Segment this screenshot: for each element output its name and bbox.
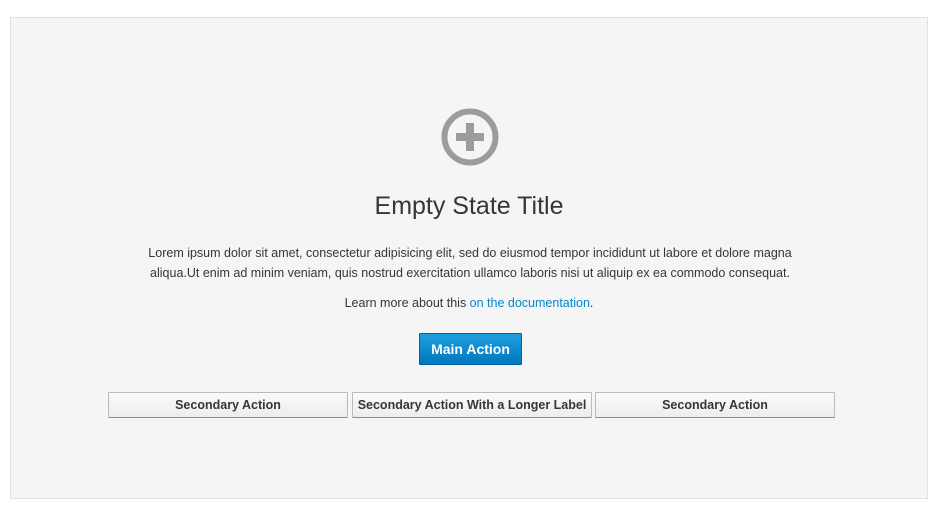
learn-more-prefix: Learn more about this [344, 296, 470, 310]
empty-state-title: Empty State Title [374, 192, 564, 220]
main-action-button[interactable]: Main Action [419, 333, 522, 365]
secondary-action-button-3[interactable]: Secondary Action [595, 392, 835, 418]
learn-more-suffix: . [589, 296, 594, 310]
empty-state-description: Lorem ipsum dolor sit amet, consectetur … [131, 244, 809, 283]
learn-more-text: Learn more about this on the documentati… [11, 294, 927, 312]
secondary-action-button-1[interactable]: Secondary Action [108, 392, 348, 418]
secondary-action-button-2[interactable]: Secondary Action With a Longer Label [352, 392, 592, 418]
documentation-link[interactable]: on the documentation [470, 296, 590, 310]
description-line-2: aliqua.Ut enim ad minim veniam, quis nos… [150, 265, 790, 280]
empty-state-panel: Empty State Title Lorem ipsum dolor sit … [10, 17, 928, 499]
description-line-1: Lorem ipsum dolor sit amet, consectetur … [148, 246, 792, 260]
add-circle-icon [441, 108, 499, 166]
